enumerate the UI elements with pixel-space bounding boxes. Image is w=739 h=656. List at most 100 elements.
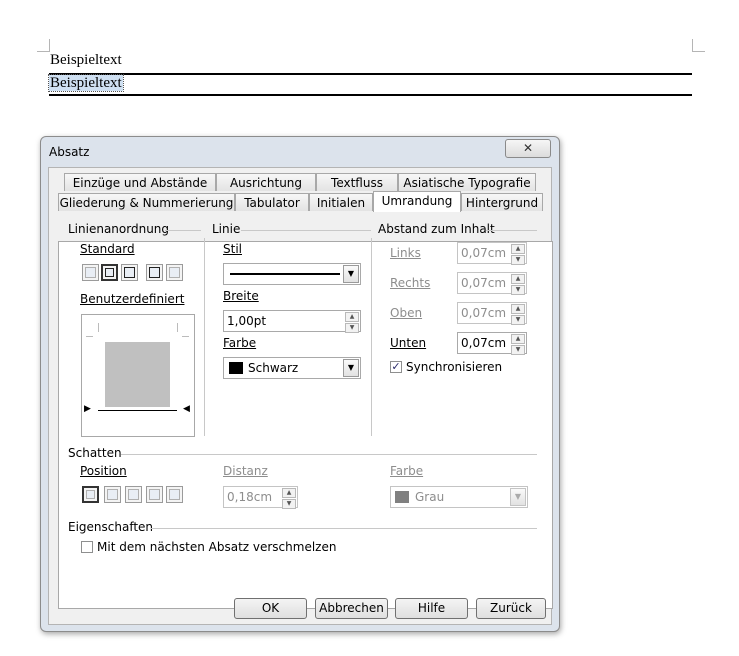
tab-asiatische-typografie[interactable]: Asiatische Typografie <box>398 173 536 191</box>
right-spacing-value: 0,07cm <box>461 276 507 290</box>
dialog-client: Einzüge und Abstände Ausrichtung Textflu… <box>48 167 553 625</box>
spin-button[interactable]: ▲ ▼ <box>511 304 525 325</box>
shadow-bottom-right[interactable] <box>104 486 121 503</box>
bottom-spacing-value: 0,07cm <box>461 336 507 350</box>
separator <box>371 238 372 436</box>
preview-mark <box>98 323 99 332</box>
cancel-button[interactable]: Abbrechen <box>315 598 388 619</box>
shadow-none[interactable] <box>82 486 99 503</box>
spin-button[interactable]: ▲ ▼ <box>511 334 525 355</box>
left-spacing-label: Links <box>390 246 421 260</box>
tab-umrandung[interactable]: Umrandung <box>373 191 461 212</box>
spin-button[interactable]: ▲ ▼ <box>345 312 359 333</box>
section-linie: Linie <box>212 222 241 236</box>
preset-box[interactable] <box>101 264 118 281</box>
preview-mark <box>86 336 93 337</box>
arrow-right-icon: ▶ <box>84 404 91 414</box>
separator <box>151 528 537 529</box>
paragraph-border-top <box>49 73 692 75</box>
merge-checkbox[interactable] <box>81 541 93 553</box>
section-linienanordnung: Linienanordnung <box>68 222 170 236</box>
chevron-down-icon[interactable]: ▼ <box>343 359 359 377</box>
tab-einzuege[interactable]: Einzüge und Abstände <box>64 173 216 191</box>
color-swatch <box>229 362 243 374</box>
bottom-spacing-label: Unten <box>390 336 427 350</box>
help-button[interactable]: Hilfe <box>395 598 468 619</box>
shadow-color-label: Farbe <box>390 464 424 478</box>
color-label: Farbe <box>223 336 257 350</box>
document-line-2-selected[interactable]: Beispieltext <box>48 74 124 92</box>
line-color-select[interactable]: Schwarz ▼ <box>223 357 361 379</box>
standard-label: Standard <box>80 242 135 256</box>
tab-initialen[interactable]: Initialen <box>309 193 373 211</box>
shadow-distance-field[interactable]: 0,18cm ▲ ▼ <box>223 486 298 509</box>
shadow-color-value: Grau <box>415 490 445 504</box>
spin-button[interactable]: ▲ ▼ <box>282 488 296 509</box>
document-line-1[interactable]: Beispieltext <box>50 52 122 69</box>
left-spacing-field[interactable]: 0,07cm ▲ ▼ <box>457 242 527 265</box>
dialog-title: Absatz <box>49 145 90 159</box>
tab-hintergrund[interactable]: Hintergrund <box>461 193 543 211</box>
ok-button[interactable]: OK <box>234 598 307 619</box>
border-preview[interactable]: ▶ ◀ <box>81 314 195 437</box>
shadow-distance-label: Distanz <box>223 464 268 478</box>
tab-ausrichtung[interactable]: Ausrichtung <box>216 173 316 191</box>
tab-tabulator[interactable]: Tabulator <box>235 193 309 211</box>
arrow-left-icon: ◀ <box>183 404 190 414</box>
shadow-color-select[interactable]: Grau ▼ <box>390 486 528 508</box>
paragraph-border-bottom <box>49 94 692 96</box>
tab-textfluss[interactable]: Textfluss <box>316 173 398 191</box>
style-label: Stil <box>223 242 242 256</box>
shadow-distance-value: 0,18cm <box>227 490 273 504</box>
line-width-field[interactable]: 1,00pt ▲ ▼ <box>223 310 361 333</box>
top-spacing-field[interactable]: 0,07cm ▲ ▼ <box>457 302 527 325</box>
section-schatten: Schatten <box>68 446 122 460</box>
shadow-position-label: Position <box>80 464 127 478</box>
width-label: Breite <box>223 289 259 303</box>
spin-button[interactable]: ▲ ▼ <box>511 274 525 295</box>
separator <box>204 238 205 436</box>
line-style-select[interactable]: ▼ <box>223 263 361 285</box>
right-spacing-label: Rechts <box>390 276 431 290</box>
left-spacing-value: 0,07cm <box>461 246 507 260</box>
shadow-bottom-left[interactable] <box>146 486 163 503</box>
section-eigenschaften: Eigenschaften <box>68 520 154 534</box>
page-corner-top-right <box>692 39 705 52</box>
separator <box>241 230 371 231</box>
line-width-value: 1,00pt <box>227 314 267 328</box>
preset-box-inner[interactable] <box>121 264 138 281</box>
chevron-down-icon[interactable]: ▼ <box>343 265 359 283</box>
preset-top-bottom[interactable] <box>146 264 163 281</box>
sync-label: Synchronisieren <box>406 360 503 374</box>
sync-checkbox[interactable]: ✓ <box>390 361 402 373</box>
top-spacing-label: Oben <box>390 306 423 320</box>
line-style-sample <box>230 273 340 275</box>
close-icon: ✕ <box>522 141 534 155</box>
close-button[interactable]: ✕ <box>505 139 551 158</box>
page-corner-top-left <box>37 39 50 52</box>
merge-label: Mit dem nächsten Absatz verschmelzen <box>97 540 337 554</box>
preset-none[interactable] <box>82 264 99 281</box>
preset-left-right[interactable] <box>166 264 183 281</box>
preview-mark <box>177 323 178 332</box>
tab-gliederung[interactable]: Gliederung & Nummerierung <box>58 193 235 211</box>
top-spacing-value: 0,07cm <box>461 306 507 320</box>
preview-bottom-line <box>98 410 177 411</box>
preview-mark <box>182 336 189 337</box>
spin-button[interactable]: ▲ ▼ <box>511 244 525 265</box>
preview-paragraph-box <box>105 342 170 407</box>
section-abstand: Abstand zum Inhalt <box>378 222 495 236</box>
shadow-top-left[interactable] <box>166 486 183 503</box>
shadow-top-right[interactable] <box>125 486 142 503</box>
line-color-value: Schwarz <box>248 361 299 375</box>
separator <box>486 230 537 231</box>
color-swatch <box>395 491 409 503</box>
separator <box>121 454 537 455</box>
reset-button[interactable]: Zurück <box>476 598 546 619</box>
custom-label: Benutzerdefiniert <box>80 292 185 306</box>
right-spacing-field[interactable]: 0,07cm ▲ ▼ <box>457 272 527 295</box>
selected-text: Beispieltext <box>48 74 124 92</box>
chevron-down-icon[interactable]: ▼ <box>510 488 526 506</box>
paragraph-dialog: Absatz ✕ Einzüge und Abstände Ausrichtun… <box>40 136 560 632</box>
bottom-spacing-field[interactable]: 0,07cm ▲ ▼ <box>457 332 527 355</box>
